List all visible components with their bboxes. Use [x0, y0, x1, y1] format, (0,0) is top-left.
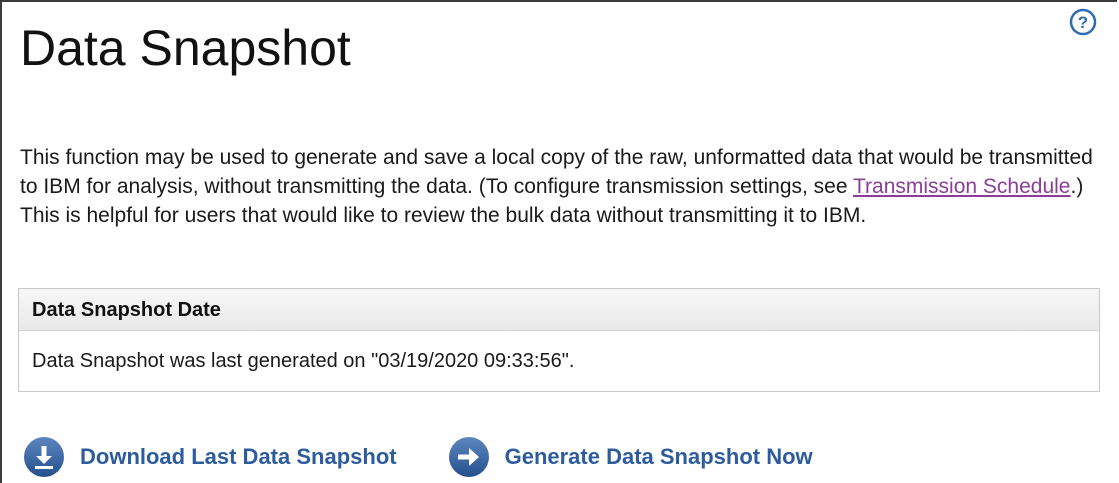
page-title: Data Snapshot — [20, 20, 351, 76]
generate-snapshot-now-button[interactable]: Generate Data Snapshot Now — [447, 435, 813, 479]
intro-paragraph: This function may be used to generate an… — [20, 143, 1100, 230]
generate-snapshot-now-label: Generate Data Snapshot Now — [504, 444, 813, 469]
right-arrow-icon — [448, 437, 489, 477]
transmission-schedule-link[interactable]: Transmission Schedule — [853, 175, 1071, 198]
svg-text:?: ? — [1078, 13, 1088, 32]
download-last-snapshot-label: Download Last Data Snapshot — [80, 444, 397, 469]
snapshot-date-panel: Data Snapshot Date Data Snapshot was las… — [18, 288, 1100, 392]
question-circle-icon[interactable]: ? — [1069, 8, 1097, 36]
action-bar: Download Last Data Snapshot Generate Dat… — [22, 433, 863, 481]
snapshot-date-header: Data Snapshot Date — [19, 289, 1099, 331]
snapshot-date-message: Data Snapshot was last generated on "03/… — [32, 350, 575, 372]
download-last-snapshot-button[interactable]: Download Last Data Snapshot — [22, 435, 397, 479]
download-arrow-icon — [24, 437, 64, 477]
